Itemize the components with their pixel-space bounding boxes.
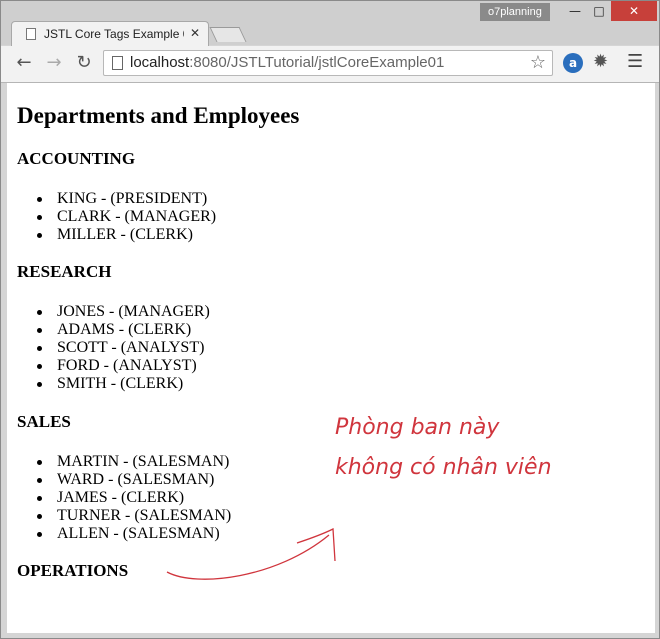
back-icon[interactable]: ← [13, 52, 35, 74]
browser-window: o7planning — □ ✕ JSTL Core Tags Example … [0, 0, 660, 639]
address-bar[interactable]: localhost:8080/JSTLTutorial/jstlCoreExam… [103, 50, 553, 76]
reload-icon[interactable]: ↻ [73, 52, 95, 74]
extension-bug-icon[interactable]: ✹ [593, 51, 608, 72]
annotation-line-2: không có nhân viên [335, 455, 552, 480]
browser-toolbar: ← → ↻ localhost:8080/JSTLTutorial/jstlCo… [1, 46, 659, 83]
document-icon [26, 28, 36, 40]
tab-title: JSTL Core Tags Example 0 [44, 27, 184, 41]
forward-icon[interactable]: → [43, 52, 65, 74]
new-tab-button[interactable] [209, 27, 247, 42]
annotation-note: Phòng ban này không có nhân viên [335, 408, 615, 488]
page-icon [112, 56, 123, 70]
tab-active[interactable]: JSTL Core Tags Example 0 ✕ [11, 21, 209, 47]
arrow-curve [166, 534, 330, 580]
close-icon[interactable]: ✕ [190, 26, 200, 40]
annotation-line-1: Phòng ban này [335, 415, 500, 440]
star-icon[interactable]: ☆ [530, 52, 546, 73]
menu-icon[interactable]: ☰ [627, 51, 643, 72]
url-text[interactable]: localhost:8080/JSTLTutorial/jstlCoreExam… [130, 54, 444, 71]
annotation-arrow [166, 527, 336, 580]
maximize-button[interactable]: □ [585, 1, 613, 21]
profile-badge[interactable]: o7planning [480, 3, 550, 21]
title-bar: o7planning — □ ✕ JSTL Core Tags Example … [1, 1, 659, 47]
extension-icon[interactable]: a [563, 53, 583, 73]
close-window-button[interactable]: ✕ [611, 1, 657, 21]
page-viewport: Departments and Employees ACCOUNTING KIN… [7, 83, 655, 633]
